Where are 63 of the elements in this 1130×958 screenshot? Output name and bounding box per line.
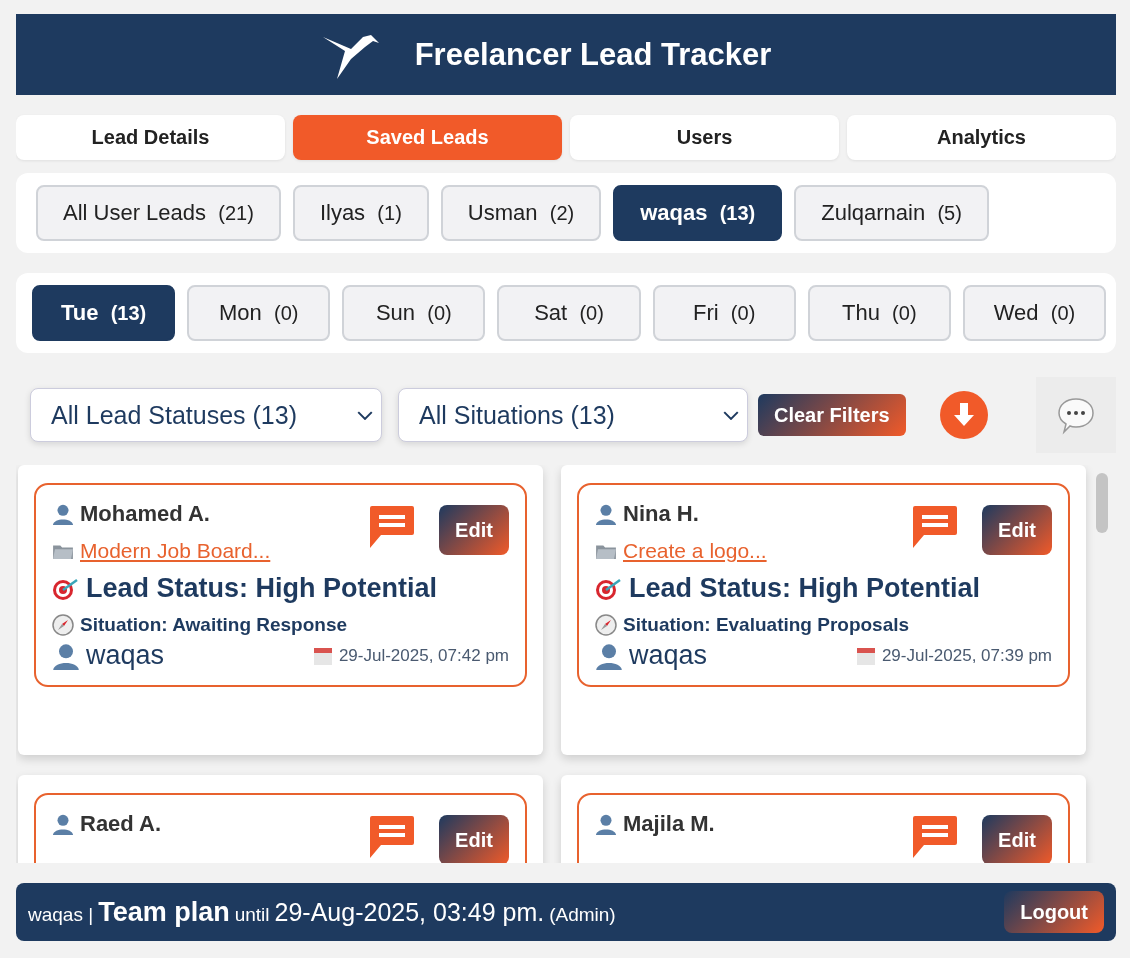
edit-button[interactable]: Edit: [982, 505, 1052, 555]
day-filter-chip[interactable]: Sat (0): [497, 285, 641, 341]
user-filter-chip[interactable]: Ilyas (1): [292, 185, 429, 241]
owner-name: waqas: [629, 640, 708, 671]
lead-status: Lead Status: High Potential: [629, 573, 981, 604]
chevron-down-icon: [357, 410, 373, 420]
client-name: Nina H.: [623, 501, 699, 527]
until-label: until: [234, 903, 270, 926]
person-icon: [52, 503, 74, 525]
calendar-icon: [312, 645, 333, 666]
user-filter-chip[interactable]: Usman (2): [440, 185, 602, 241]
user-role: (Admin): [549, 903, 616, 926]
person-icon: [595, 641, 623, 670]
compass-icon: [595, 614, 617, 636]
scrollbar-thumb[interactable]: [1096, 473, 1108, 533]
user-filter-chip[interactable]: Zulqarnain (5): [794, 185, 989, 241]
situation-dropdown[interactable]: All Situations (13): [398, 388, 748, 442]
comment-icon[interactable]: [369, 815, 415, 859]
edit-button[interactable]: Edit: [982, 815, 1052, 863]
day-filter-chip[interactable]: Tue (13): [32, 285, 176, 341]
edit-button[interactable]: Edit: [439, 505, 509, 555]
person-icon: [52, 641, 80, 670]
compass-icon: [52, 614, 74, 636]
clear-filters-button[interactable]: Clear Filters: [758, 394, 906, 436]
chevron-down-icon: [723, 410, 739, 420]
footer-user: waqas |: [28, 903, 94, 926]
situation-text: Situation: Awaiting Response: [80, 614, 348, 636]
comment-icon[interactable]: [912, 815, 958, 859]
lead-date: 29-Jul-2025, 07:42 pm: [338, 645, 509, 666]
nav-tab[interactable]: Lead Details: [16, 115, 285, 160]
person-icon: [595, 503, 617, 525]
nav-tab[interactable]: Analytics: [847, 115, 1116, 160]
comment-icon[interactable]: [912, 505, 958, 549]
status-dropdown[interactable]: All Lead Statuses (13): [30, 388, 382, 442]
target-icon: [52, 576, 80, 601]
client-name: Mohamed A.: [80, 501, 210, 527]
user-filter-chip[interactable]: All User Leads (21): [36, 185, 281, 241]
chat-button[interactable]: [1036, 377, 1116, 453]
situation-text: Situation: Evaluating Proposals: [623, 614, 910, 636]
logout-button[interactable]: Logout: [1004, 891, 1104, 933]
day-filter-chip[interactable]: Thu (0): [807, 285, 951, 341]
person-icon: [595, 813, 617, 835]
edit-button[interactable]: Edit: [439, 815, 509, 863]
user-filter-chip[interactable]: waqas (13): [613, 185, 783, 241]
plan-name: Team plan: [98, 896, 230, 928]
app-title: Freelancer Lead Tracker: [414, 36, 772, 73]
client-name: Majila M.: [623, 811, 715, 837]
lead-date: 29-Jul-2025, 07:39 pm: [881, 645, 1052, 666]
plan-expiry: 29-Aug-2025, 03:49 pm.: [274, 897, 545, 927]
day-filter-chip[interactable]: Sun (0): [342, 285, 486, 341]
client-name: Raed A.: [80, 811, 162, 837]
owner-name: waqas: [86, 640, 165, 671]
target-icon: [595, 576, 623, 601]
day-filter-chip[interactable]: Mon (0): [187, 285, 331, 341]
person-icon: [52, 813, 74, 835]
comment-icon[interactable]: [369, 505, 415, 549]
chat-icon: [1056, 395, 1096, 435]
nav-tab[interactable]: Users: [570, 115, 839, 160]
day-filter-chip[interactable]: Wed (0): [962, 285, 1106, 341]
lead-status: Lead Status: High Potential: [86, 573, 438, 604]
day-filter-chip[interactable]: Fri (0): [652, 285, 796, 341]
download-icon[interactable]: [939, 391, 988, 439]
calendar-icon: [855, 645, 876, 666]
